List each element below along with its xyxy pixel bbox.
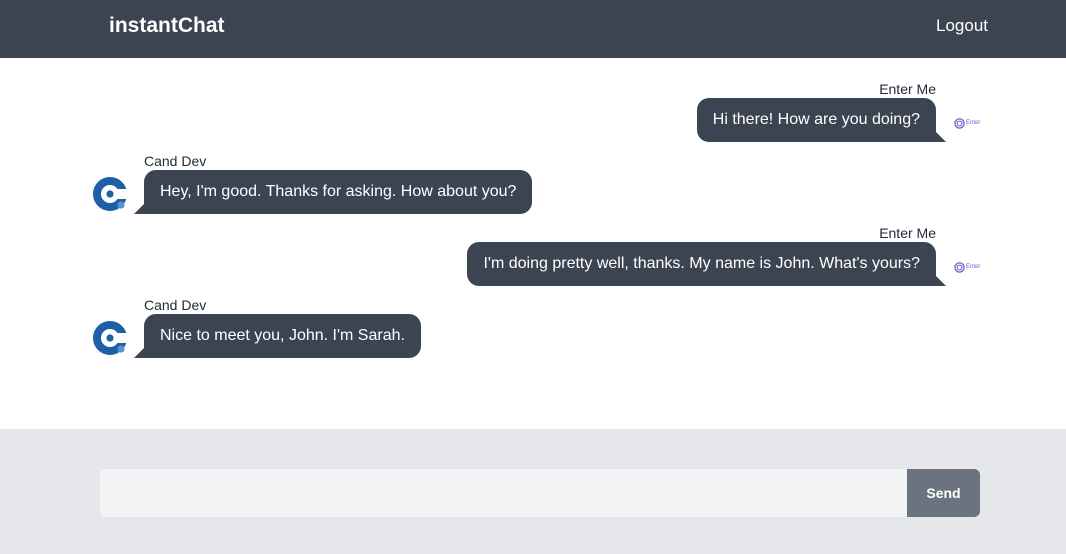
- sender-name: Enter Me: [879, 81, 936, 97]
- sender-name: Enter Me: [879, 225, 936, 241]
- message-bubble: Hi there! How are you doing?: [696, 98, 947, 142]
- enter-logo-icon: [954, 117, 965, 129]
- their-avatar: [92, 320, 128, 356]
- logout-button[interactable]: Logout: [936, 15, 988, 37]
- message-composer: Send: [0, 429, 1066, 554]
- top-navbar: instantChat Logout: [0, 0, 1066, 58]
- their-avatar: [92, 176, 128, 212]
- message-bubble: Hey, I'm good. Thanks for asking. How ab…: [133, 170, 533, 214]
- message-bubble: Nice to meet you, John. I'm Sarah.: [134, 314, 421, 358]
- message-bubble: I'm doing pretty well, thanks. My name i…: [467, 242, 946, 286]
- my-avatar: Enter: [954, 261, 982, 273]
- message-input[interactable]: [100, 469, 907, 517]
- chat-messages[interactable]: Enter Me Hi there! How are you doing? En…: [0, 58, 1066, 429]
- enter-logo-icon: [954, 261, 965, 273]
- c-logo-icon: [93, 321, 128, 355]
- sender-name: Cand Dev: [144, 297, 207, 313]
- my-avatar-label: Enter: [966, 120, 981, 126]
- app-brand[interactable]: instantChat: [109, 13, 225, 39]
- c-logo-icon: [93, 177, 128, 211]
- my-avatar-label: Enter: [966, 264, 981, 270]
- sender-name: Cand Dev: [144, 153, 207, 169]
- my-avatar: Enter: [954, 117, 982, 129]
- send-button[interactable]: Send: [907, 469, 980, 517]
